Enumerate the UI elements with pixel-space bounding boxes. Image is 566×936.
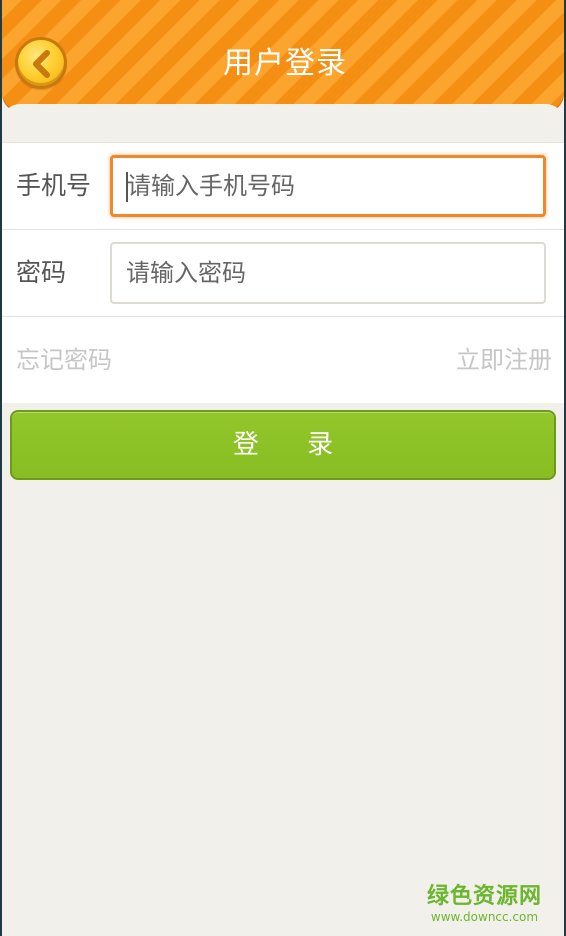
login-button[interactable]: 登 录	[10, 410, 556, 480]
phone-label: 手机号	[16, 171, 92, 200]
register-link[interactable]: 立即注册	[456, 317, 552, 403]
page-title: 用户登录	[223, 46, 347, 81]
phone-input[interactable]	[110, 155, 546, 217]
watermark-title: 绿色资源网	[426, 884, 542, 909]
watermark-url: www.downcc.com	[430, 910, 539, 924]
header-bottom-edge	[2, 104, 564, 124]
link-row: 忘记密码 立即注册	[2, 317, 564, 403]
text-cursor	[126, 172, 128, 202]
login-form: 手机号 密码 忘记密码 立即注册	[2, 142, 564, 403]
app-header: 用户登录	[2, 0, 564, 110]
password-label: 密码	[16, 258, 67, 287]
forgot-password-link[interactable]: 忘记密码	[16, 317, 112, 403]
login-screen: 用户登录 手机号 密码 忘记密码 立即注册 登 录 绿色资源网 www.down…	[2, 0, 564, 936]
password-input[interactable]	[110, 242, 546, 304]
password-row: 密码	[2, 230, 564, 317]
phone-row: 手机号	[2, 143, 564, 230]
watermark: 绿色资源网 www.downcc.com	[427, 884, 542, 924]
